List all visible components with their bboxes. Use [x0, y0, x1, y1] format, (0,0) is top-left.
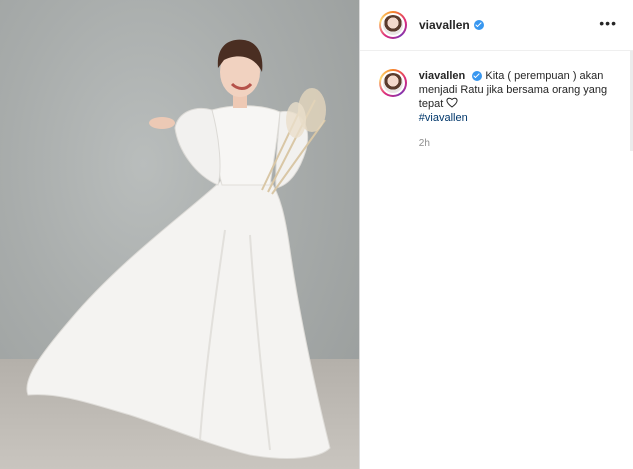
caption-body: viavallen Kita ( perempuan ) akan menjad… — [419, 69, 617, 151]
instagram-post: viavallen ••• viavallen Kita ( perempuan… — [0, 0, 633, 469]
post-photo[interactable] — [0, 0, 359, 469]
post-header: viavallen ••• — [360, 0, 633, 51]
header-username[interactable]: viavallen — [419, 18, 470, 32]
caption-avatar[interactable] — [379, 69, 407, 97]
caption-comment: viavallen Kita ( perempuan ) akan menjad… — [360, 51, 633, 151]
caption-verified-badge-icon — [472, 71, 483, 82]
verified-badge-icon — [473, 20, 484, 30]
more-options-icon[interactable]: ••• — [599, 16, 617, 30]
woman-in-white-dress-illustration — [26, 39, 331, 459]
caption-username[interactable]: viavallen — [419, 70, 465, 82]
heart-outline-icon — [446, 97, 458, 108]
avatar[interactable] — [379, 11, 407, 39]
hashtag-link[interactable]: #viavallen — [419, 112, 468, 124]
post-timestamp[interactable]: 2h — [419, 137, 617, 151]
post-sidebar: viavallen ••• viavallen Kita ( perempuan… — [359, 0, 633, 469]
